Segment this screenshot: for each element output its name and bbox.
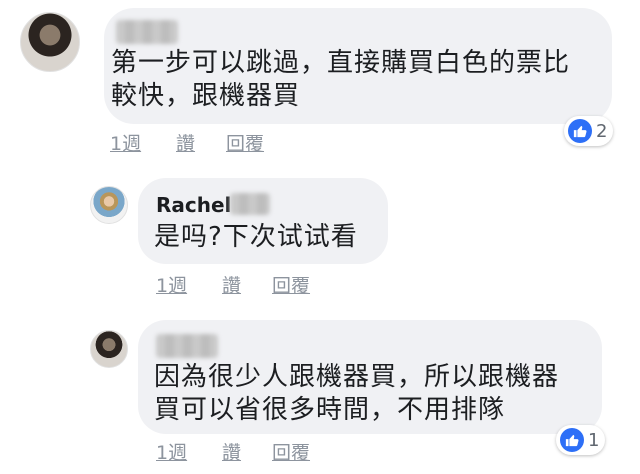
- avatar[interactable]: [90, 186, 128, 224]
- reaction-count: 1: [588, 429, 600, 451]
- like-link[interactable]: 讚: [176, 129, 195, 156]
- comment-text: 因為很少人跟機器買，所以跟機器 買可以省很多時間，不用排隊: [154, 362, 560, 425]
- comment-text: 第一步可以跳過，直接購買白色的票比 較快，跟機器買: [111, 48, 571, 111]
- author-name[interactable]: Rachel: [156, 193, 231, 217]
- reaction-summary[interactable]: 2: [564, 116, 614, 146]
- like-icon: [560, 428, 584, 452]
- comment-timestamp[interactable]: 1週: [110, 129, 141, 156]
- comment-timestamp[interactable]: 1週: [156, 271, 187, 298]
- avatar[interactable]: [20, 12, 80, 72]
- reply-link[interactable]: 回覆: [272, 438, 310, 465]
- like-link[interactable]: 讚: [222, 271, 241, 298]
- reply-link[interactable]: 回覆: [272, 271, 310, 298]
- author-name-redacted[interactable]: [156, 334, 218, 358]
- reply-link[interactable]: 回覆: [226, 129, 264, 156]
- comment-text: 是吗?下次试试看: [154, 222, 358, 252]
- reaction-count: 2: [596, 120, 608, 142]
- avatar[interactable]: [90, 330, 128, 368]
- like-link[interactable]: 讚: [222, 438, 241, 465]
- author-name-redacted[interactable]: [230, 193, 270, 215]
- reaction-summary[interactable]: 1: [556, 425, 606, 455]
- like-icon: [568, 119, 592, 143]
- author-name-redacted[interactable]: [116, 20, 178, 44]
- comment-timestamp[interactable]: 1週: [156, 438, 187, 465]
